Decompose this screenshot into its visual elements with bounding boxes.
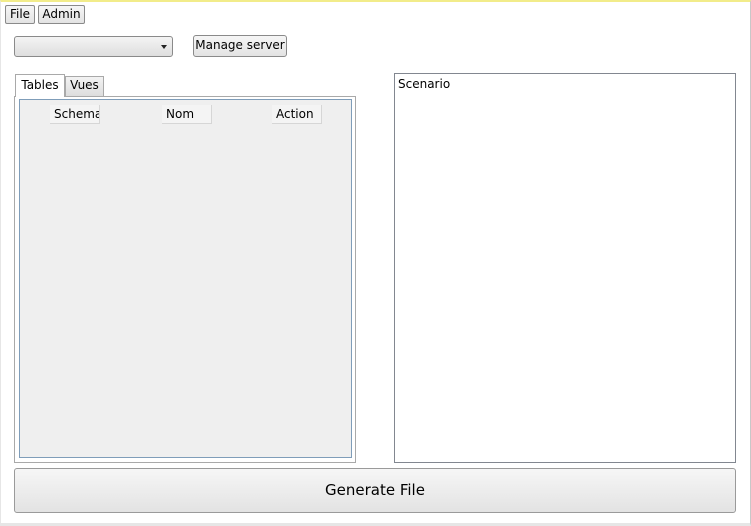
menu-admin[interactable]: Admin <box>38 5 85 24</box>
main-window: File Admin Manage server Tables Vues Sch… <box>0 0 751 526</box>
tables-grid[interactable]: Schema Nom Action <box>19 99 352 458</box>
scenario-text: Scenario <box>398 77 451 91</box>
column-header-schema[interactable]: Schema <box>50 105 100 124</box>
manage-server-button[interactable]: Manage server <box>193 35 287 57</box>
tab-tables[interactable]: Tables <box>15 74 65 97</box>
menu-file[interactable]: File <box>5 5 35 24</box>
tables-tab-panel: Schema Nom Action <box>14 96 356 463</box>
column-header-nom[interactable]: Nom <box>162 105 212 124</box>
chevron-down-icon <box>161 45 167 49</box>
generate-file-button[interactable]: Generate File <box>14 468 736 513</box>
scenario-textbox[interactable]: Scenario <box>394 73 736 463</box>
tab-vues[interactable]: Vues <box>65 76 104 96</box>
server-select[interactable] <box>14 36 173 57</box>
column-header-action[interactable]: Action <box>272 105 322 124</box>
